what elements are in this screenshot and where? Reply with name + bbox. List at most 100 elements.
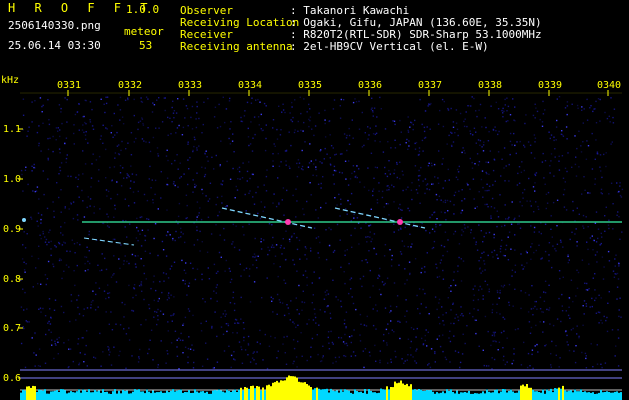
- noise-dot: [530, 225, 532, 227]
- noise-dot: [39, 307, 42, 309]
- noise-dot: [566, 105, 569, 107]
- noise-dot: [461, 313, 463, 315]
- noise-dot: [548, 307, 551, 309]
- noise-dot: [137, 190, 139, 193]
- baseline-bar: [322, 389, 324, 400]
- noise-dot: [441, 306, 443, 308]
- baseline-bar: [92, 392, 94, 400]
- noise-dot: [327, 293, 330, 295]
- noise-dot: [431, 183, 433, 185]
- noise-dot: [102, 351, 104, 353]
- noise-dot: [461, 189, 463, 191]
- noise-dot: [558, 169, 561, 171]
- noise-dot: [583, 313, 585, 315]
- noise-dot: [399, 321, 401, 323]
- noise-dot: [147, 352, 149, 355]
- noise-dot: [457, 316, 459, 318]
- noise-dot: [35, 190, 38, 192]
- noise-dot: [318, 112, 320, 114]
- noise-dot: [53, 309, 56, 311]
- noise-dot: [97, 306, 99, 308]
- baseline-bar: [470, 393, 472, 400]
- noise-dot: [40, 150, 42, 152]
- baseline-bar: [576, 391, 578, 400]
- noise-dot: [235, 319, 238, 321]
- baseline-bar: [362, 393, 364, 400]
- noise-dot: [321, 356, 324, 359]
- noise-dot: [433, 163, 436, 166]
- noise-dot: [309, 116, 312, 118]
- noise-dot: [94, 309, 97, 311]
- noise-dot: [358, 128, 361, 130]
- noise-dot: [414, 142, 416, 145]
- noise-dot: [335, 170, 337, 172]
- noise-dot: [293, 360, 295, 363]
- noise-dot: [323, 158, 325, 160]
- noise-dot: [410, 340, 412, 343]
- noise-dot: [619, 182, 621, 184]
- baseline-bar: [34, 386, 36, 400]
- noise-dot: [286, 304, 288, 306]
- noise-dot: [367, 167, 369, 169]
- baseline-bar: [262, 387, 264, 400]
- noise-dot: [407, 148, 409, 150]
- noise-dot: [412, 356, 414, 358]
- noise-dot: [325, 229, 327, 231]
- noise-dot: [224, 121, 226, 124]
- noise-dot: [591, 305, 593, 308]
- noise-dot: [174, 159, 176, 162]
- noise-dot: [339, 215, 341, 217]
- noise-dot: [406, 359, 408, 361]
- noise-dot: [561, 293, 563, 296]
- noise-dot: [363, 324, 366, 326]
- noise-dot: [231, 243, 233, 245]
- noise-dot: [310, 160, 312, 162]
- noise-dot: [289, 240, 291, 243]
- baseline-bar: [20, 392, 22, 400]
- baseline-bar: [512, 391, 514, 400]
- noise-dot: [202, 123, 204, 126]
- noise-dot: [566, 170, 568, 173]
- noise-dot: [205, 320, 207, 322]
- noise-dot: [447, 109, 450, 111]
- noise-dot: [90, 301, 93, 303]
- noise-dot: [423, 130, 426, 133]
- noise-dot: [231, 140, 234, 142]
- noise-dot: [292, 116, 294, 119]
- noise-dot: [411, 243, 413, 245]
- noise-dot: [201, 241, 203, 243]
- noise-dot: [472, 134, 474, 136]
- baseline-bar: [166, 390, 168, 400]
- noise-dot: [498, 297, 500, 299]
- baseline-bar: [466, 392, 468, 400]
- noise-dot: [328, 342, 330, 344]
- noise-dot: [540, 232, 542, 235]
- noise-dot: [427, 165, 430, 167]
- noise-dot: [475, 110, 477, 112]
- noise-dot: [165, 155, 168, 157]
- noise-dot: [215, 224, 217, 226]
- noise-dot: [434, 296, 437, 298]
- noise-dot: [595, 312, 598, 314]
- noise-dot: [72, 217, 75, 220]
- noise-dot: [86, 330, 88, 332]
- noise-dot: [123, 260, 125, 262]
- noise-dot: [132, 296, 134, 299]
- noise-dot: [64, 206, 66, 208]
- noise-dot: [249, 268, 251, 270]
- noise-dot: [512, 305, 514, 307]
- noise-dot: [101, 269, 103, 271]
- noise-dot: [233, 246, 236, 249]
- noise-dot: [24, 271, 26, 273]
- noise-dot: [505, 165, 507, 167]
- noise-dot: [304, 246, 307, 248]
- noise-dot: [354, 176, 356, 178]
- noise-dot: [466, 125, 468, 128]
- noise-dot: [619, 297, 621, 299]
- noise-dot: [85, 123, 87, 125]
- baseline-bar: [140, 391, 142, 400]
- noise-dot: [314, 316, 317, 319]
- noise-dot: [518, 223, 520, 225]
- noise-dot: [522, 197, 524, 199]
- noise-dot: [514, 106, 516, 108]
